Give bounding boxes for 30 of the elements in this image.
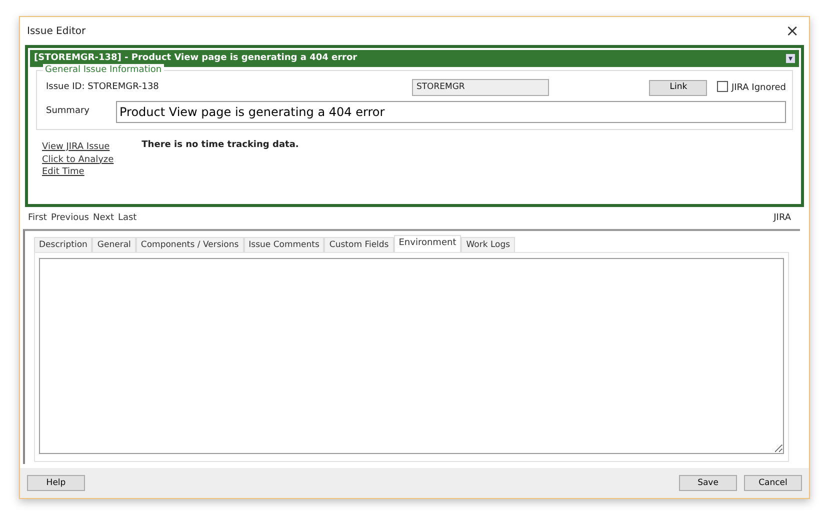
- issue-title: [STOREMGR-138] - Product View page is generating a 404 error: [34, 52, 358, 65]
- link[interactable]: View JIRA Issue: [42, 141, 114, 154]
- dialog-button[interactable]: Help: [27, 475, 85, 491]
- link[interactable]: Edit Time: [42, 166, 114, 178]
- nav-link[interactable]: Previous: [50, 213, 89, 223]
- project-field[interactable]: STOREMGR: [412, 79, 550, 96]
- tab[interactable]: Work Logs: [461, 237, 516, 252]
- nav-link[interactable]: Last: [118, 213, 137, 223]
- tab[interactable]: General: [92, 237, 136, 252]
- environment-field[interactable]: [39, 258, 784, 454]
- tab[interactable]: Components / Versions: [136, 237, 244, 252]
- close-button[interactable]: ×: [784, 23, 801, 39]
- dialog-button[interactable]: Save: [679, 475, 737, 491]
- dialog-button[interactable]: Cancel: [744, 475, 802, 491]
- link[interactable]: Click to Analyze: [42, 154, 114, 166]
- jira-ignored-checkbox[interactable]: JIRA Ignored: [717, 79, 786, 96]
- issue-id-label: Issue ID: STOREMGR-138: [46, 80, 159, 94]
- summary-field[interactable]: Product View page is generating a 404 error: [116, 101, 786, 123]
- link-button[interactable]: Link: [649, 80, 708, 96]
- nav-link[interactable]: Next: [93, 213, 114, 223]
- source-label: JIRA: [774, 212, 791, 225]
- summary-label: Summary: [46, 105, 90, 118]
- tab[interactable]: Custom Fields: [324, 237, 394, 252]
- window-title: Issue Editor: [27, 24, 86, 38]
- collapse-button[interactable]: ▾: [786, 54, 795, 63]
- tab[interactable]: Issue Comments: [244, 237, 324, 252]
- nav-link[interactable]: First: [28, 213, 47, 223]
- tab[interactable]: Description: [34, 237, 92, 252]
- tab[interactable]: Environment: [394, 235, 462, 252]
- time-tracking-message: There is no time tracking data.: [142, 139, 299, 152]
